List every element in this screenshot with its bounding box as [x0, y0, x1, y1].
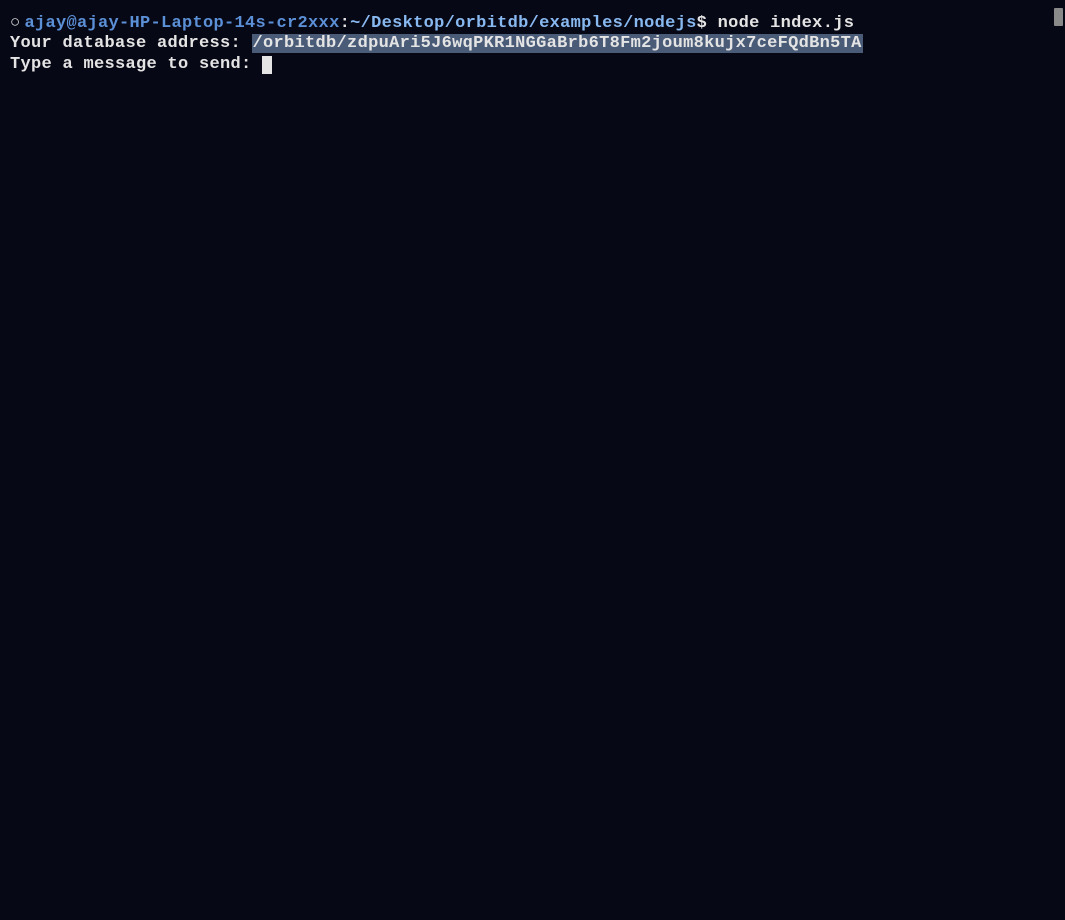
scrollbar-track[interactable] [1054, 0, 1063, 920]
prompt-dollar: $ [697, 14, 718, 33]
cursor-icon[interactable] [262, 56, 272, 74]
current-path: ~/Desktop/orbitdb/examples/nodejs [350, 14, 697, 33]
prompt-line: ○ajay@ajay-HP-Laptop-14s-cr2xxx:~/Deskto… [10, 14, 1055, 34]
input-prompt-label: Type a message to send: [10, 55, 262, 74]
command-text: node index.js [718, 14, 855, 33]
user-host: ajay@ajay-HP-Laptop-14s-cr2xxx [25, 14, 340, 33]
terminal-window[interactable]: ○ajay@ajay-HP-Laptop-14s-cr2xxx:~/Deskto… [0, 0, 1065, 89]
prompt-colon: : [340, 14, 351, 33]
address-label: Your database address: [10, 34, 252, 53]
output-line-input-prompt: Type a message to send: [10, 55, 1055, 75]
prompt-bullet-icon: ○ [10, 14, 21, 33]
scrollbar-thumb[interactable] [1054, 8, 1063, 26]
output-line-address: Your database address: /orbitdb/zdpuAri5… [10, 34, 1055, 54]
database-address: /orbitdb/zdpuAri5J6wqPKR1NGGaBrb6T8Fm2jo… [252, 34, 863, 53]
